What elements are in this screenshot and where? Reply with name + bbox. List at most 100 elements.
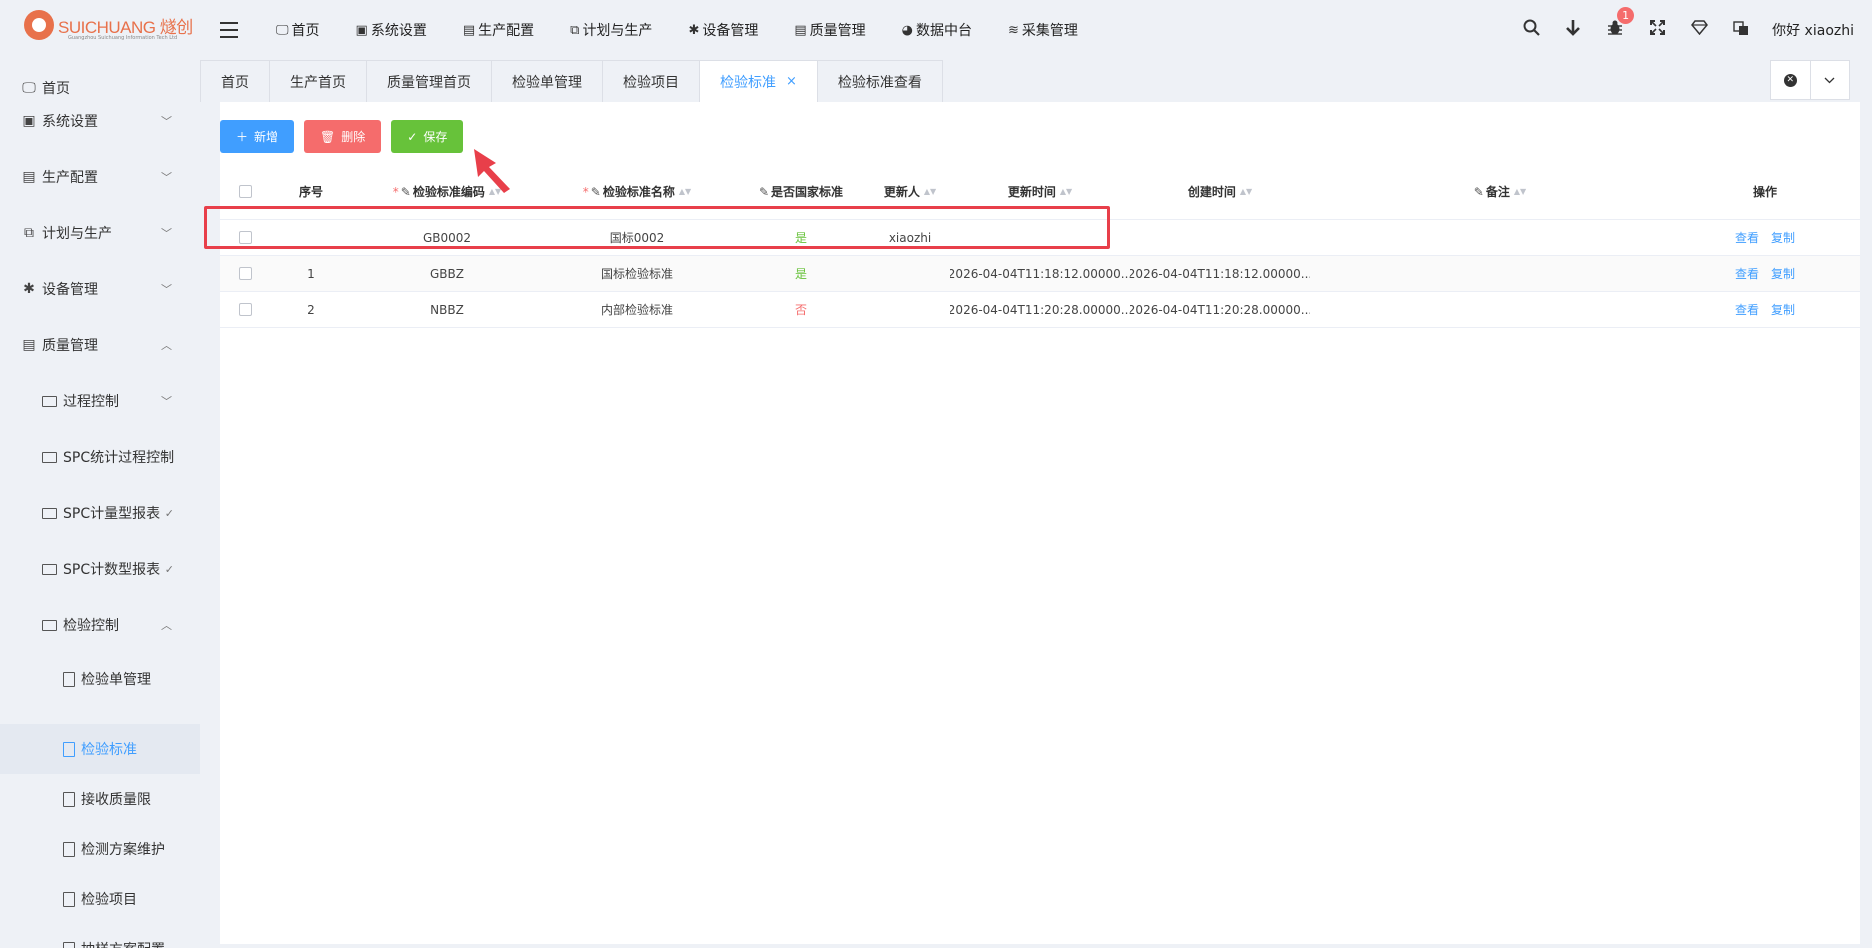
cell-name[interactable]: 国标检验标准 [542, 256, 732, 291]
sidebar-item-production-config[interactable]: ▤ 生产配置 ﹀ [0, 149, 200, 205]
diamond-icon[interactable] [1678, 20, 1720, 40]
company-logo[interactable]: SUICHUANG 燧创 Guangzhou Suichuang Informa… [24, 10, 193, 46]
chevron-down-icon: ﹀ [161, 227, 172, 240]
tab-label: 首页 [221, 74, 249, 91]
search-icon[interactable] [1510, 19, 1552, 41]
logo-mark [24, 10, 54, 40]
cell-remark[interactable] [1310, 292, 1690, 327]
delete-button[interactable]: 🗑 删除 [304, 120, 382, 153]
select-all-checkbox[interactable] [238, 185, 252, 198]
required-mark: * [392, 184, 399, 199]
table-row[interactable]: 1 GBBZ 国标检验标准 是 2026-04-04T11:18:12.0000… [220, 256, 1860, 292]
sidebar-item-inspection-item[interactable]: 检验项目 [0, 874, 200, 924]
topnav-collection[interactable]: ≋ 采集管理 [1008, 20, 1078, 40]
topnav-home[interactable]: 🖵 首页 [276, 20, 320, 40]
sort-icon[interactable]: ▲▼ [1060, 187, 1072, 196]
sort-icon[interactable]: ▲▼ [679, 187, 691, 196]
topnav-system-settings[interactable]: ▣ 系统设置 [356, 20, 427, 40]
view-link[interactable]: 查看 [1735, 265, 1759, 282]
topnav-equipment[interactable]: ✱ 设备管理 [688, 20, 758, 40]
tab-production-home[interactable]: 生产首页 [270, 61, 367, 102]
tab-inspection-item[interactable]: 检验项目 [603, 61, 700, 102]
sidebar-item-spc-attribute-report[interactable]: SPC计数型报表 ✓ [0, 541, 200, 597]
tab-home[interactable]: 首页 [201, 61, 270, 102]
cell-national[interactable]: 否 [732, 292, 870, 327]
table-row[interactable]: 2 NBBZ 内部检验标准 否 2026-04-04T11:20:28.0000… [220, 292, 1860, 328]
sidebar-item-inspection-control[interactable]: 检验控制 ︿ [0, 597, 200, 653]
close-icon[interactable]: × [786, 74, 797, 89]
highlight-box [204, 206, 1110, 249]
sidebar-item-process-control[interactable]: 过程控制 ﹀ [0, 373, 200, 429]
sidebar-item-inspection-standard[interactable]: 检验标准 [0, 724, 200, 774]
sidebar-item-test-plan[interactable]: 检测方案维护 [0, 824, 200, 874]
header-label: 检验标准名称 [602, 185, 675, 199]
topnav-label: 采集管理 [1021, 23, 1078, 39]
view-link[interactable]: 查看 [1735, 301, 1759, 318]
download-icon[interactable] [1552, 19, 1594, 41]
cell-updater [870, 256, 950, 291]
topnav-data-center[interactable]: ◕ 数据中台 [902, 20, 972, 40]
add-button[interactable]: ＋ 新增 [220, 120, 295, 153]
cell-update-time: 2026-04-04T11:20:28.00000... [950, 302, 1130, 317]
sidebar-item-label: 抽样方案配置 [81, 939, 165, 948]
chevron-down-icon: ﹀ [161, 115, 172, 128]
cell-name[interactable]: 内部检验标准 [542, 292, 732, 327]
check-icon: ✓ [164, 506, 174, 520]
save-button[interactable]: ✓ 保存 [391, 120, 464, 153]
sort-icon[interactable]: ▲▼ [924, 187, 936, 196]
topnav-quality[interactable]: ▤ 质量管理 [794, 20, 865, 40]
tab-inspection-standard[interactable]: 检验标准 × [700, 61, 818, 102]
row-checkbox-cell [220, 292, 270, 327]
sidebar-item-label: SPC统计过程控制 [63, 450, 175, 466]
chevron-down-icon [1824, 77, 1835, 83]
sidebar-item-aql[interactable]: 接收质量限 [0, 774, 200, 824]
chevron-down-icon: ﹀ [161, 395, 172, 408]
cell-national[interactable]: 是 [732, 256, 870, 291]
topnav-production-config[interactable]: ▤ 生产配置 [463, 20, 534, 40]
logo-subtitle: Guangzhou Suichuang Information Tech Ltd [68, 35, 178, 41]
delete-button-label: 删除 [341, 130, 366, 144]
bug-icon[interactable]: 1 [1594, 7, 1636, 41]
sidebar-item-planning[interactable]: ⧉ 计划与生产 ﹀ [0, 205, 200, 261]
user-greeting[interactable]: 你好 xiaozhi [1772, 20, 1854, 40]
cell-code[interactable]: GBBZ [352, 256, 542, 291]
tab-label: 质量管理首页 [387, 74, 471, 91]
cell-remark[interactable] [1310, 220, 1690, 255]
sort-icon[interactable]: ▲▼ [1240, 187, 1252, 196]
header-tools: 1 你好 xiaozhi [1510, 0, 1854, 60]
sidebar-item-label: 生产配置 [42, 170, 98, 186]
cell-remark[interactable] [1310, 256, 1690, 291]
tabs-dropdown-button[interactable] [1809, 61, 1850, 99]
asterisk-icon: ✱ [23, 281, 35, 297]
file-icon [63, 891, 75, 907]
tab-inspection-standard-view[interactable]: 检验标准查看 [818, 61, 942, 102]
header-remark[interactable]: ✎ 备注 ▲▼ [1310, 164, 1690, 219]
header-create-time[interactable]: 创建时间 ▲▼ [1130, 164, 1310, 219]
folder-icon [42, 451, 57, 463]
sidebar-item-inspection-order[interactable]: 检验单管理 [0, 654, 200, 704]
sort-icon[interactable]: ▲▼ [1514, 187, 1526, 196]
row-checkbox[interactable] [238, 267, 252, 280]
topnav-planning[interactable]: ⧉ 计划与生产 [570, 20, 652, 40]
language-icon[interactable] [1720, 20, 1762, 41]
copy-link[interactable]: 复制 [1771, 229, 1795, 246]
database-icon: ≋ [1007, 22, 1019, 38]
sidebar-item-system-settings[interactable]: ▣ 系统设置 ﹀ [0, 93, 200, 149]
fullscreen-icon[interactable] [1636, 20, 1678, 40]
tab-quality-home[interactable]: 质量管理首页 [367, 61, 492, 102]
sidebar-item-equipment[interactable]: ✱ 设备管理 ﹀ [0, 261, 200, 317]
sidebar-item-label: 检验控制 [63, 618, 119, 634]
row-checkbox[interactable] [238, 303, 252, 316]
copy-link[interactable]: 复制 [1771, 265, 1795, 282]
tab-inspection-order[interactable]: 检验单管理 [492, 61, 603, 102]
copy-link[interactable]: 复制 [1771, 301, 1795, 318]
cell-code[interactable]: NBBZ [352, 292, 542, 327]
tab-label: 检验标准查看 [837, 74, 922, 91]
sidebar-item-quality[interactable]: ▤ 质量管理 ︿ [0, 317, 200, 373]
close-all-tabs-button[interactable]: ✕ [1771, 61, 1810, 99]
menu-toggle-icon[interactable] [220, 22, 238, 38]
view-link[interactable]: 查看 [1735, 229, 1759, 246]
sidebar-item-sampling-plan[interactable]: 抽样方案配置 [0, 924, 200, 948]
sidebar-item-spc[interactable]: SPC统计过程控制 [0, 429, 200, 485]
sidebar-item-spc-variable-report[interactable]: SPC计量型报表 ✓ [0, 485, 200, 541]
